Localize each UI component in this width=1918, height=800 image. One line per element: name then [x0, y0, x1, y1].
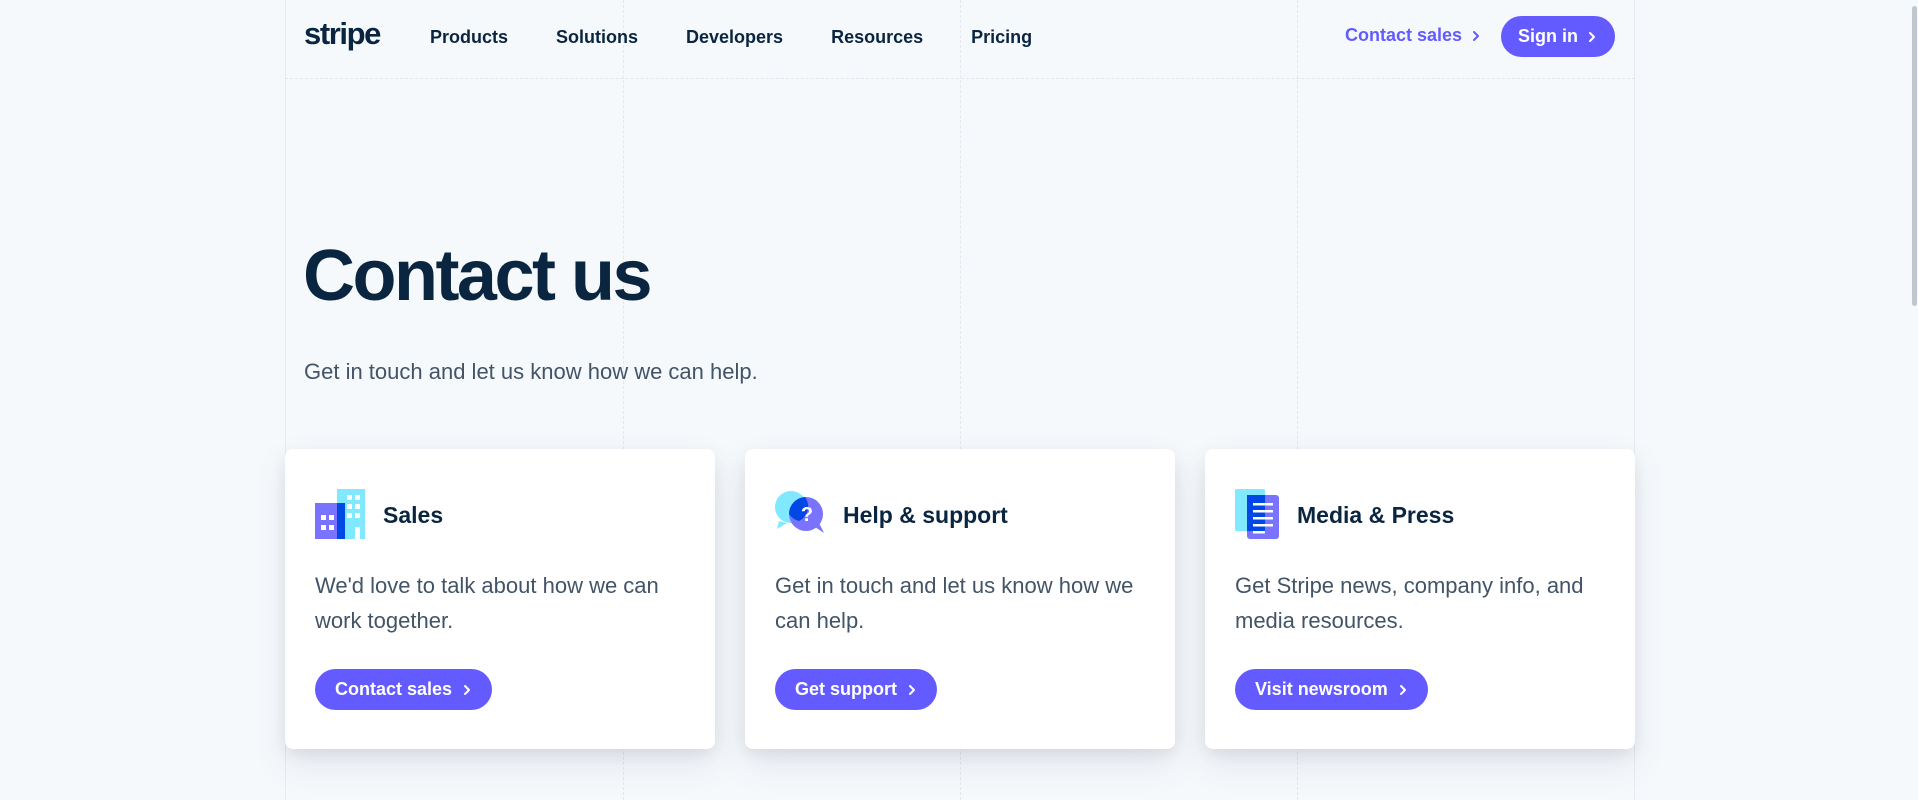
main-nav: Products Solutions Developers Resources …	[430, 27, 1032, 48]
nav-solutions[interactable]: Solutions	[556, 27, 638, 48]
card-description: Get in touch and let us know how we can …	[775, 573, 1134, 633]
document-icon	[1235, 489, 1279, 539]
contact-sales-link[interactable]: Contact sales	[1345, 25, 1482, 46]
visit-newsroom-button[interactable]: Visit newsroom	[1235, 669, 1428, 710]
nav-resources[interactable]: Resources	[831, 27, 923, 48]
stripe-logo[interactable]: stripe	[304, 16, 381, 52]
sales-card: Sales We'd love to talk about how we can…	[285, 449, 715, 749]
site-header: stripe Products Solutions Developers Res…	[0, 0, 1918, 78]
button-label: Get support	[795, 679, 897, 699]
nav-products[interactable]: Products	[430, 27, 508, 48]
contact-sales-label: Contact sales	[1345, 25, 1463, 45]
card-description: We'd love to talk about how we can work …	[315, 573, 659, 633]
scrollbar-thumb[interactable]	[1912, 6, 1917, 306]
button-label: Visit newsroom	[1255, 679, 1388, 699]
page-title: Contact us	[303, 236, 653, 316]
header-divider	[285, 78, 1635, 79]
card-title: Media & Press	[1297, 502, 1455, 528]
card-title: Sales	[383, 502, 444, 528]
nav-developers[interactable]: Developers	[686, 27, 783, 48]
building-icon	[315, 489, 365, 539]
sign-in-label: Sign in	[1518, 26, 1578, 46]
get-support-button[interactable]: Get support	[775, 669, 937, 710]
contact-sales-button[interactable]: Contact sales	[315, 669, 493, 710]
page-subtitle: Get in touch and let us know how we can …	[304, 359, 758, 384]
button-label: Contact sales	[335, 679, 453, 699]
support-card: ? Help & support Get in touch and let us…	[745, 449, 1175, 749]
svg-text:?: ?	[801, 504, 813, 526]
chevron-right-icon	[909, 684, 915, 695]
chevron-right-icon	[1399, 684, 1406, 695]
chat-question-icon: ?	[775, 491, 824, 533]
chevron-right-icon	[1589, 31, 1595, 42]
sign-in-button[interactable]: Sign in	[1501, 16, 1615, 57]
page-scrollbar[interactable]	[1910, 0, 1918, 800]
card-description: Get Stripe news, company info, and media…	[1235, 573, 1584, 633]
nav-pricing[interactable]: Pricing	[971, 27, 1032, 48]
media-card: Media & Press Get Stripe news, company i…	[1205, 449, 1635, 749]
chevron-right-icon	[1473, 30, 1480, 41]
chevron-right-icon	[464, 684, 471, 695]
card-title: Help & support	[843, 502, 1008, 528]
